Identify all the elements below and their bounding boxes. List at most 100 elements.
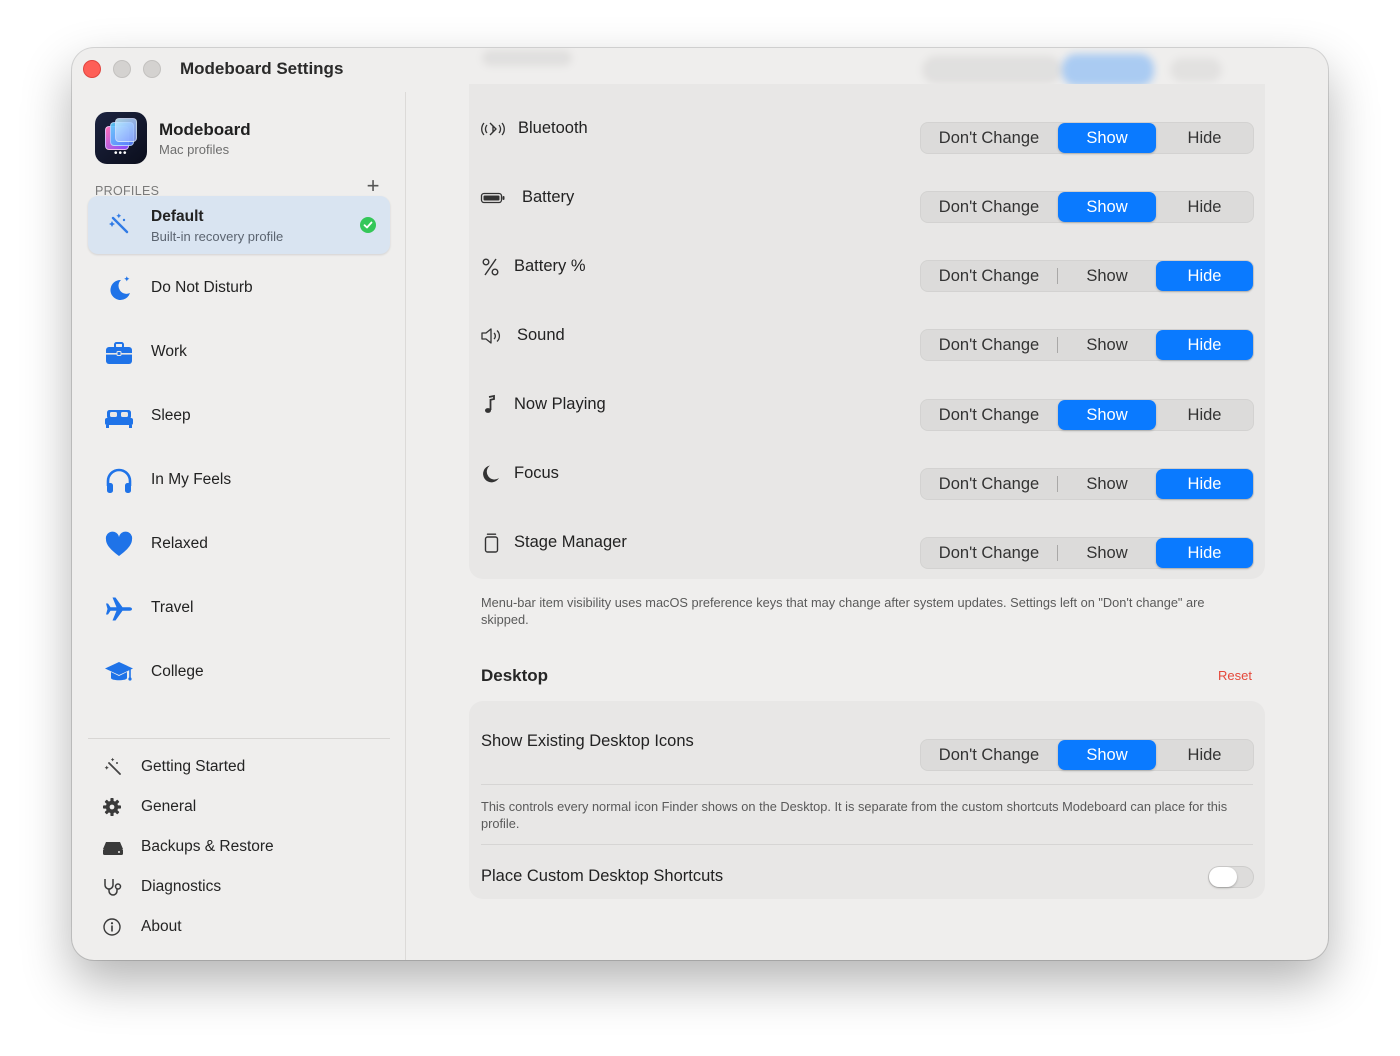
- profile-item-in-my-feels[interactable]: In My Feels: [88, 452, 390, 510]
- sidebar-item-diagnostics[interactable]: Diagnostics: [102, 873, 382, 901]
- option-show[interactable]: Show: [1058, 261, 1156, 291]
- title-bar: Modeboard Settings: [72, 48, 472, 92]
- sidebar-item-label: Getting Started: [141, 758, 246, 775]
- profile-name: Do Not Disturb: [151, 279, 253, 296]
- option-hide[interactable]: Hide: [1156, 740, 1253, 770]
- setting-label: Battery: [522, 188, 575, 206]
- window-title: Modeboard Settings: [180, 59, 344, 78]
- sidebar-item-about[interactable]: About: [102, 913, 382, 941]
- music-note-icon: [485, 394, 495, 413]
- profile-name: Work: [151, 343, 187, 360]
- option-dont-change[interactable]: Don't Change: [921, 400, 1057, 430]
- app-subtitle: Mac profiles: [159, 142, 230, 157]
- profile-name: Default: [151, 208, 204, 225]
- sidebar-item-general[interactable]: General: [102, 793, 382, 821]
- option-dont-change[interactable]: Don't Change: [921, 261, 1057, 291]
- airplane-icon: [106, 597, 132, 621]
- visibility-segmented-control[interactable]: Don't Change Show Hide: [920, 468, 1254, 500]
- option-dont-change[interactable]: Don't Change: [921, 192, 1057, 222]
- profile-item-default[interactable]: Default Built-in recovery profile: [88, 196, 390, 254]
- menubar-note: Menu-bar item visibility uses macOS pref…: [481, 595, 1205, 627]
- visibility-segmented-control[interactable]: Don't Change Show Hide: [920, 260, 1254, 292]
- row-divider: [481, 844, 1253, 845]
- option-show[interactable]: Show: [1058, 192, 1156, 222]
- option-show[interactable]: Show: [1058, 330, 1156, 360]
- profile-item-do-not-disturb[interactable]: Do Not Disturb: [88, 260, 390, 318]
- option-show[interactable]: Show: [1058, 469, 1156, 499]
- app-name: Modeboard: [159, 120, 251, 139]
- option-dont-change[interactable]: Don't Change: [921, 123, 1057, 153]
- briefcase-icon: [106, 342, 132, 364]
- sidebar-item-backups-restore[interactable]: Backups & Restore: [102, 833, 382, 861]
- option-show[interactable]: Show: [1058, 740, 1156, 770]
- magic-wand-icon: [109, 213, 129, 234]
- option-dont-change[interactable]: Don't Change: [921, 469, 1057, 499]
- option-dont-change[interactable]: Don't Change: [921, 330, 1057, 360]
- visibility-segmented-control[interactable]: Don't Change Show Hide: [920, 329, 1254, 361]
- visibility-segmented-control[interactable]: Don't Change Show Hide: [920, 122, 1254, 154]
- toggle-knob: [1209, 867, 1237, 887]
- visibility-segmented-control[interactable]: Don't Change Show Hide: [920, 191, 1254, 223]
- option-dont-change[interactable]: Don't Change: [921, 740, 1057, 770]
- visibility-segmented-control[interactable]: Don't Change Show Hide: [920, 537, 1254, 569]
- profile-name: Travel: [151, 599, 194, 616]
- sidebar-item-label: General: [141, 798, 197, 815]
- setting-label: Now Playing: [514, 395, 606, 413]
- sidebar-item-getting-started[interactable]: Getting Started: [102, 753, 382, 781]
- profile-name: College: [151, 663, 204, 680]
- option-hide[interactable]: Hide: [1156, 192, 1253, 222]
- option-hide[interactable]: Hide: [1156, 330, 1253, 360]
- moon-icon: [110, 276, 130, 300]
- sidebar-item-label: Backups & Restore: [141, 838, 274, 855]
- moon-icon: [483, 465, 499, 483]
- visibility-segmented-control[interactable]: Don't Change Show Hide: [920, 399, 1254, 431]
- info-icon: [103, 918, 121, 936]
- reset-link[interactable]: Reset: [1218, 668, 1252, 683]
- settings-window: Modeboard Settings ••• Modeboard Mac pro…: [72, 48, 1328, 960]
- headphones-icon: [106, 468, 132, 493]
- speaker-icon: [481, 328, 501, 344]
- custom-shortcuts-toggle[interactable]: [1208, 866, 1254, 888]
- sidebar-divider: [88, 738, 390, 739]
- option-hide[interactable]: Hide: [1156, 469, 1253, 499]
- profile-item-college[interactable]: College: [88, 644, 390, 702]
- option-dont-change[interactable]: Don't Change: [921, 538, 1057, 568]
- desktop-icons-note: This controls every normal icon Finder s…: [481, 799, 1228, 831]
- option-hide[interactable]: Hide: [1156, 538, 1253, 568]
- profile-subtitle: Built-in recovery profile: [151, 229, 284, 244]
- profile-name: Relaxed: [151, 535, 208, 552]
- option-hide[interactable]: Hide: [1156, 261, 1253, 291]
- stethoscope-icon: [104, 879, 122, 896]
- close-window-button[interactable]: [83, 60, 101, 78]
- stage-manager-icon: [484, 533, 499, 553]
- profile-item-sleep[interactable]: Sleep: [88, 388, 390, 446]
- sidebar: ••• Modeboard Mac profiles PROFILES + De…: [72, 92, 406, 960]
- option-hide[interactable]: Hide: [1156, 400, 1253, 430]
- setting-label: Sound: [517, 326, 565, 344]
- custom-shortcuts-label: Place Custom Desktop Shortcuts: [481, 867, 724, 885]
- gear-icon: [103, 798, 121, 816]
- setting-label: Focus: [514, 464, 559, 482]
- setting-label: Battery %: [514, 257, 586, 275]
- row-divider: [481, 784, 1253, 785]
- profile-item-relaxed[interactable]: Relaxed: [88, 516, 390, 574]
- option-show[interactable]: Show: [1058, 400, 1156, 430]
- bluetooth-icon: [481, 122, 505, 136]
- app-logo-icon: •••: [95, 112, 147, 164]
- sidebar-item-label: Diagnostics: [141, 878, 222, 895]
- profile-name: In My Feels: [151, 471, 232, 488]
- graduation-cap-icon: [105, 662, 133, 681]
- desktop-icons-segmented-control[interactable]: Don't Change Show Hide: [920, 739, 1254, 771]
- bed-icon: [105, 410, 133, 428]
- minimize-window-button[interactable]: [113, 60, 131, 78]
- option-show[interactable]: Show: [1058, 123, 1156, 153]
- percent-icon: [482, 258, 499, 276]
- heart-icon: [105, 531, 133, 556]
- add-profile-button[interactable]: +: [362, 175, 384, 198]
- profile-item-travel[interactable]: Travel: [88, 580, 390, 638]
- zoom-window-button[interactable]: [143, 60, 161, 78]
- drive-icon: [103, 842, 123, 855]
- option-hide[interactable]: Hide: [1156, 123, 1253, 153]
- profile-item-work[interactable]: Work: [88, 324, 390, 382]
- option-show[interactable]: Show: [1058, 538, 1156, 568]
